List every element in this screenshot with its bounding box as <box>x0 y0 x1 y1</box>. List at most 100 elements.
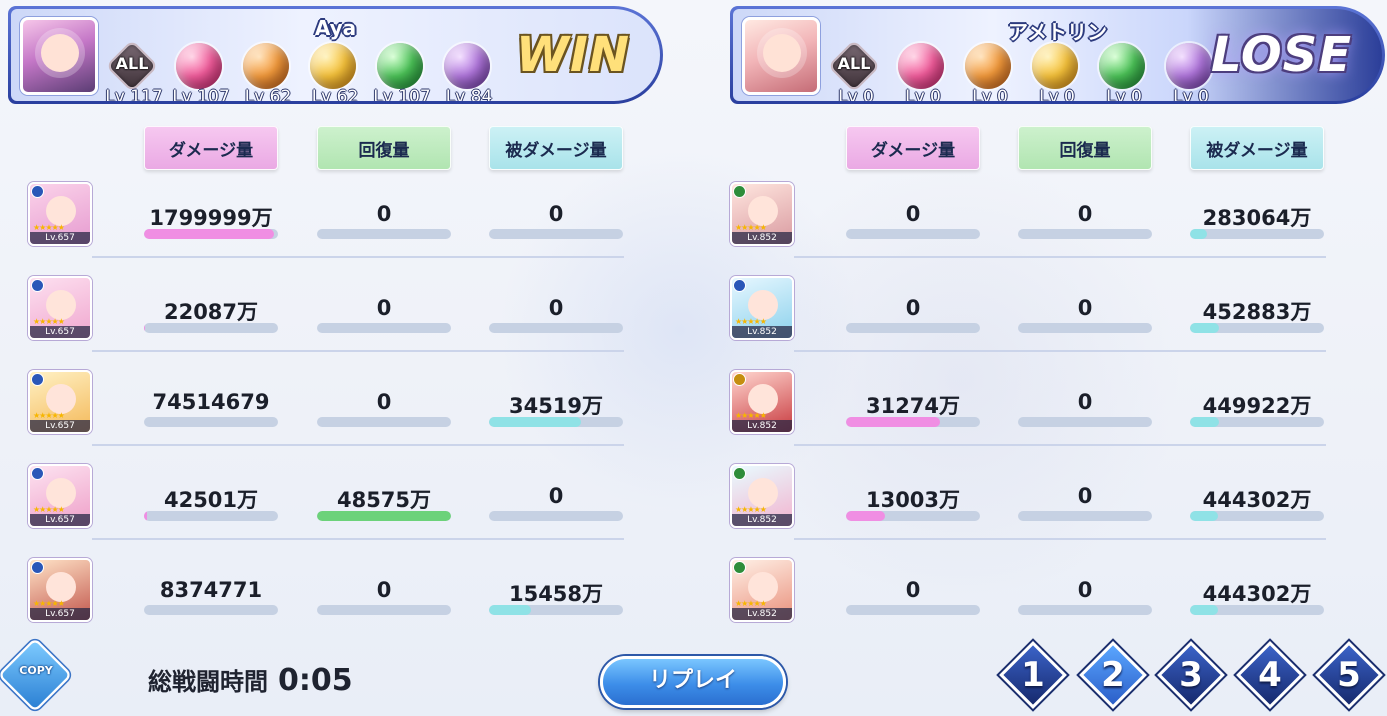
orb-level: Lv 0 <box>972 87 1008 101</box>
element-orbs: ALL Lv 0 Lv 0 Lv 0 Lv 0 Lv 0 Lv 0 <box>827 42 1229 101</box>
heal-bar <box>317 417 451 427</box>
element-badge-icon <box>31 185 44 198</box>
unit-row: ★★★★★ Lv.657 1799999万 0 0 <box>0 182 660 276</box>
heal-bar <box>1018 511 1152 521</box>
damage-bar <box>846 229 980 239</box>
star-rating-icon: ★★★★★ <box>735 223 767 232</box>
star-rating-icon: ★★★★★ <box>33 599 65 608</box>
damage-value: 0 <box>905 296 921 320</box>
unit-avatar[interactable]: ★★★★★ Lv.657 <box>28 182 92 246</box>
page-button-4[interactable]: 4 <box>1236 641 1304 709</box>
right-team-panel: アメトリン ALL Lv 0 Lv 0 Lv 0 Lv 0 Lv 0 Lv 0 L… <box>722 0 1385 716</box>
damage-value: 74514679 <box>152 390 270 414</box>
player-banner: Aya ALL Lv 117 Lv 107 Lv 62 Lv 62 Lv 107 … <box>8 6 663 104</box>
element-badge-icon <box>31 279 44 292</box>
heal-value: 0 <box>376 202 392 226</box>
orb-level: Lv 0 <box>1106 87 1142 101</box>
damage-value: 13003万 <box>865 488 961 512</box>
battle-time-value: 0:05 <box>278 663 353 698</box>
unit-row: ★★★★★ Lv.657 74514679 0 34519万 <box>0 370 660 464</box>
taken-bar <box>489 605 623 615</box>
result-lose-label: LOSE <box>1210 27 1352 83</box>
unit-avatar[interactable]: ★★★★★ Lv.852 <box>730 464 794 528</box>
thunder-orb-icon <box>1032 43 1078 89</box>
taken-bar <box>489 229 623 239</box>
damage-bar <box>144 511 278 521</box>
unit-avatar[interactable]: ★★★★★ Lv.657 <box>28 464 92 528</box>
taken-bar <box>1190 417 1324 427</box>
element-badge-icon <box>733 373 746 386</box>
heal-bar <box>317 229 451 239</box>
taken-value: 452883万 <box>1202 300 1312 324</box>
result-win-label: WIN <box>516 27 630 83</box>
heal-value: 0 <box>1077 484 1093 508</box>
star-rating-icon: ★★★★★ <box>735 505 767 514</box>
page-button-5[interactable]: 5 <box>1315 641 1383 709</box>
star-rating-icon: ★★★★★ <box>33 411 65 420</box>
wind-orb-icon <box>1099 43 1145 89</box>
battle-time: 総戦闘時間 0:05 <box>148 662 353 698</box>
fire-orb-icon <box>176 43 222 89</box>
taken-bar <box>1190 229 1324 239</box>
heal-value: 48575万 <box>336 488 432 512</box>
row-divider <box>92 444 624 446</box>
unit-avatar[interactable]: ★★★★★ Lv.852 <box>730 276 794 340</box>
unit-avatar[interactable]: ★★★★★ Lv.657 <box>28 276 92 340</box>
element-badge-icon <box>733 561 746 574</box>
orb-level: Lv 62 <box>244 87 292 101</box>
taken-value: 283064万 <box>1202 206 1312 230</box>
star-rating-icon: ★★★★★ <box>735 317 767 326</box>
unit-row: ★★★★★ Lv.657 22087万 0 0 <box>0 276 660 370</box>
row-divider <box>794 256 1326 258</box>
row-divider <box>92 538 624 540</box>
heal-bar <box>317 323 451 333</box>
element-badge-icon <box>31 561 44 574</box>
element-badge-icon <box>31 467 44 480</box>
heal-bar <box>317 511 451 521</box>
damage-bar <box>846 323 980 333</box>
row-divider <box>794 350 1326 352</box>
row-divider <box>794 538 1326 540</box>
element-badge-icon <box>733 467 746 480</box>
orb-level: Lv 84 <box>445 87 493 101</box>
taken-bar <box>489 323 623 333</box>
heal-value: 0 <box>1077 296 1093 320</box>
row-divider <box>92 256 624 258</box>
page-button-3[interactable]: 3 <box>1157 641 1225 709</box>
star-rating-icon: ★★★★★ <box>735 599 767 608</box>
unit-avatar[interactable]: ★★★★★ Lv.852 <box>730 182 794 246</box>
taken-column-header: 被ダメージ量 <box>1190 126 1324 170</box>
unit-avatar[interactable]: ★★★★★ Lv.657 <box>28 370 92 434</box>
page-button-2[interactable]: 2 <box>1079 641 1147 709</box>
damage-bar <box>144 323 278 333</box>
opponent-banner: アメトリン ALL Lv 0 Lv 0 Lv 0 Lv 0 Lv 0 Lv 0 L… <box>730 6 1385 104</box>
damage-value: 22087万 <box>163 300 259 324</box>
taken-bar <box>1190 511 1324 521</box>
taken-bar <box>1190 605 1324 615</box>
orb-level: Lv 0 <box>1173 87 1209 101</box>
battle-time-label: 総戦闘時間 <box>148 668 268 696</box>
damage-bar <box>144 229 278 239</box>
heal-value: 0 <box>1077 202 1093 226</box>
damage-column-header: ダメージ量 <box>144 126 278 170</box>
replay-button[interactable]: リプレイ <box>600 656 786 708</box>
page-button-1[interactable]: 1 <box>999 641 1067 709</box>
unit-avatar[interactable]: ★★★★★ Lv.852 <box>730 370 794 434</box>
fire-orb-icon <box>898 43 944 89</box>
damage-value: 0 <box>905 578 921 602</box>
unit-row: ★★★★★ Lv.852 13003万 0 444302万 <box>722 464 1382 558</box>
star-rating-icon: ★★★★★ <box>33 317 65 326</box>
damage-value: 42501万 <box>163 488 259 512</box>
unit-avatar[interactable]: ★★★★★ Lv.657 <box>28 558 92 622</box>
orb-level: Lv 0 <box>1039 87 1075 101</box>
left-team-panel: Aya ALL Lv 117 Lv 107 Lv 62 Lv 62 Lv 107 … <box>0 0 663 716</box>
taken-bar <box>1190 323 1324 333</box>
heal-value: 0 <box>1077 390 1093 414</box>
unit-row: ★★★★★ Lv.852 0 0 283064万 <box>722 182 1382 276</box>
taken-column-header: 被ダメージ量 <box>489 126 623 170</box>
unit-avatar[interactable]: ★★★★★ Lv.852 <box>730 558 794 622</box>
unit-row: ★★★★★ Lv.852 0 0 452883万 <box>722 276 1382 370</box>
wind-orb-icon <box>377 43 423 89</box>
unit-row: ★★★★★ Lv.657 42501万 48575万 0 <box>0 464 660 558</box>
book-orb-icon <box>444 43 490 89</box>
